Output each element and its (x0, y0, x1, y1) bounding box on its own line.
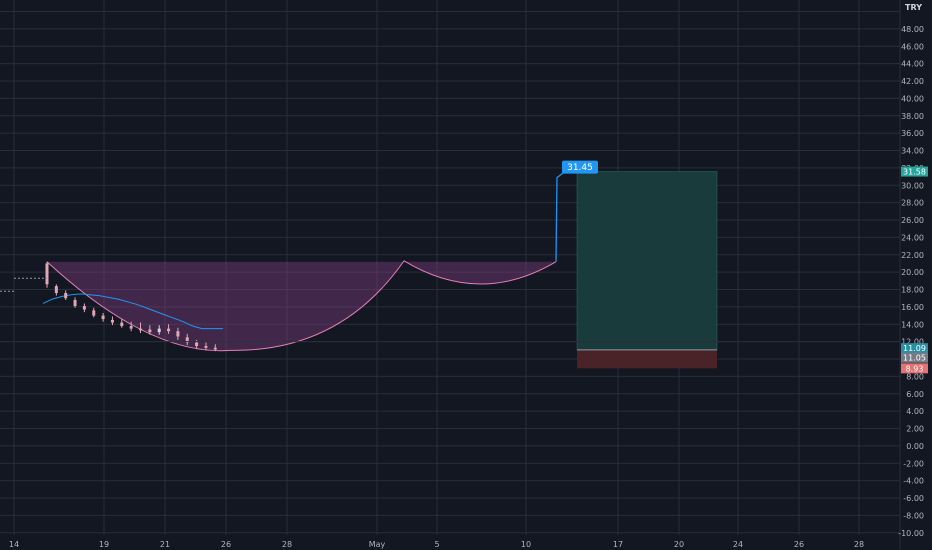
loss-zone (577, 349, 717, 369)
candle-body (101, 315, 105, 320)
candle (64, 290, 68, 300)
y-tick-label: 38.00 (901, 112, 924, 121)
candle (54, 284, 58, 296)
entry-price-tag-label: 11.05 (903, 354, 926, 363)
y-tick-label: -6.00 (903, 494, 924, 503)
y-tick-label: 20.00 (901, 268, 924, 277)
cup-fill (47, 260, 556, 351)
candle-body (110, 319, 114, 323)
candle-body (73, 299, 77, 307)
candle-body (213, 347, 217, 350)
y-tick-label: 36.00 (901, 129, 924, 138)
price-axis[interactable]: 48.00 46.00 44.00 42.00 40.00 38.00 36.00 34.00… (898, 3, 924, 538)
y-tick-label: -8.00 (903, 511, 924, 520)
y-tick-label: 14.00 (901, 320, 924, 329)
candle-body (45, 263, 49, 285)
chart-canvas[interactable]: 48.00 46.00 44.00 42.00 40.00 38.00 36.00 34.00… (0, 0, 932, 550)
y-tick-label: 16.00 (901, 303, 924, 312)
y-tick-label: 28.00 (901, 199, 924, 208)
target-callout-box: 31.45 (562, 160, 598, 174)
x-tick-label: 28 (854, 540, 864, 549)
y-tick-label: 48.00 (901, 25, 924, 34)
cup-and-handle-pattern (46, 167, 571, 352)
x-tick-label: 24 (733, 540, 743, 549)
stop-price-tag: 8.93 (901, 363, 928, 374)
x-tick-label: 5 (434, 540, 439, 549)
target-callout: 31.45 (562, 160, 598, 174)
x-tick-label: 26 (221, 540, 231, 549)
entry-price-tag: 11.05 (901, 352, 928, 363)
y-tick-label: 30.00 (901, 181, 924, 190)
current-price-tag-label: 11.09 (903, 344, 926, 353)
y-tick-label: 40.00 (901, 94, 924, 103)
profit-zone (576, 171, 718, 351)
y-tick-label: 6.00 (906, 390, 924, 399)
breakout-line (555, 167, 571, 262)
x-tick-label: 10 (521, 540, 531, 549)
target-price-tag-label: 31.58 (903, 168, 926, 177)
x-tick-label: 28 (282, 540, 292, 549)
candle-body (120, 322, 124, 327)
candle (82, 303, 86, 313)
y-tick-label: 26.00 (901, 216, 924, 225)
y-tick-label: 34.00 (901, 147, 924, 156)
position-zones (576, 171, 718, 369)
x-tick-label: 26 (794, 540, 804, 549)
x-tick-label: 17 (613, 540, 623, 549)
time-axis[interactable]: 14 19 21 26 28 May 5 10 17 20 24 26 28 (9, 540, 864, 549)
x-tick-label: 19 (99, 540, 109, 549)
candle-body (167, 328, 171, 332)
y-tick-label: 2.00 (906, 425, 924, 434)
currency-label: TRY (905, 3, 922, 12)
candle-body (195, 342, 199, 347)
x-tick-label: 20 (674, 540, 684, 549)
y-tick-label: -2.00 (903, 459, 924, 468)
y-tick-label: 0.00 (906, 442, 924, 451)
candle-body (148, 329, 152, 333)
candle-body (176, 331, 180, 337)
candle (45, 261, 49, 288)
target-price-tag: 31.58 (901, 166, 928, 177)
x-tick-label: 21 (160, 540, 170, 549)
y-tick-label: 4.00 (906, 407, 924, 416)
candle (73, 297, 77, 308)
candle (92, 307, 96, 318)
y-tick-label: -10.00 (898, 529, 924, 538)
price-chart[interactable]: 48.00 46.00 44.00 42.00 40.00 38.00 36.00 34.00… (0, 0, 932, 550)
y-tick-label: 22.00 (901, 251, 924, 260)
candle (120, 319, 124, 328)
candle-body (157, 328, 161, 333)
callout-label: 31.45 (567, 163, 593, 173)
candle-body (129, 326, 133, 329)
current-price-tag: 11.09 (901, 343, 928, 354)
y-tick-label: 42.00 (901, 77, 924, 86)
y-tick-label: 18.00 (901, 286, 924, 295)
y-tick-label: 44.00 (901, 60, 924, 69)
y-tick-label: 24.00 (901, 233, 924, 242)
y-tick-label: 8.00 (906, 372, 924, 381)
candle-body (54, 286, 58, 294)
candle-body (92, 310, 96, 316)
x-tick-label: 14 (9, 540, 19, 549)
stop-price-tag-label: 8.93 (906, 364, 924, 373)
candle-body (82, 306, 86, 310)
y-tick-label: 46.00 (901, 42, 924, 51)
x-tick-label: May (369, 540, 386, 549)
candle-body (204, 346, 208, 348)
candle-body (64, 293, 68, 299)
y-tick-label: -4.00 (903, 477, 924, 486)
candle-body (139, 328, 142, 331)
